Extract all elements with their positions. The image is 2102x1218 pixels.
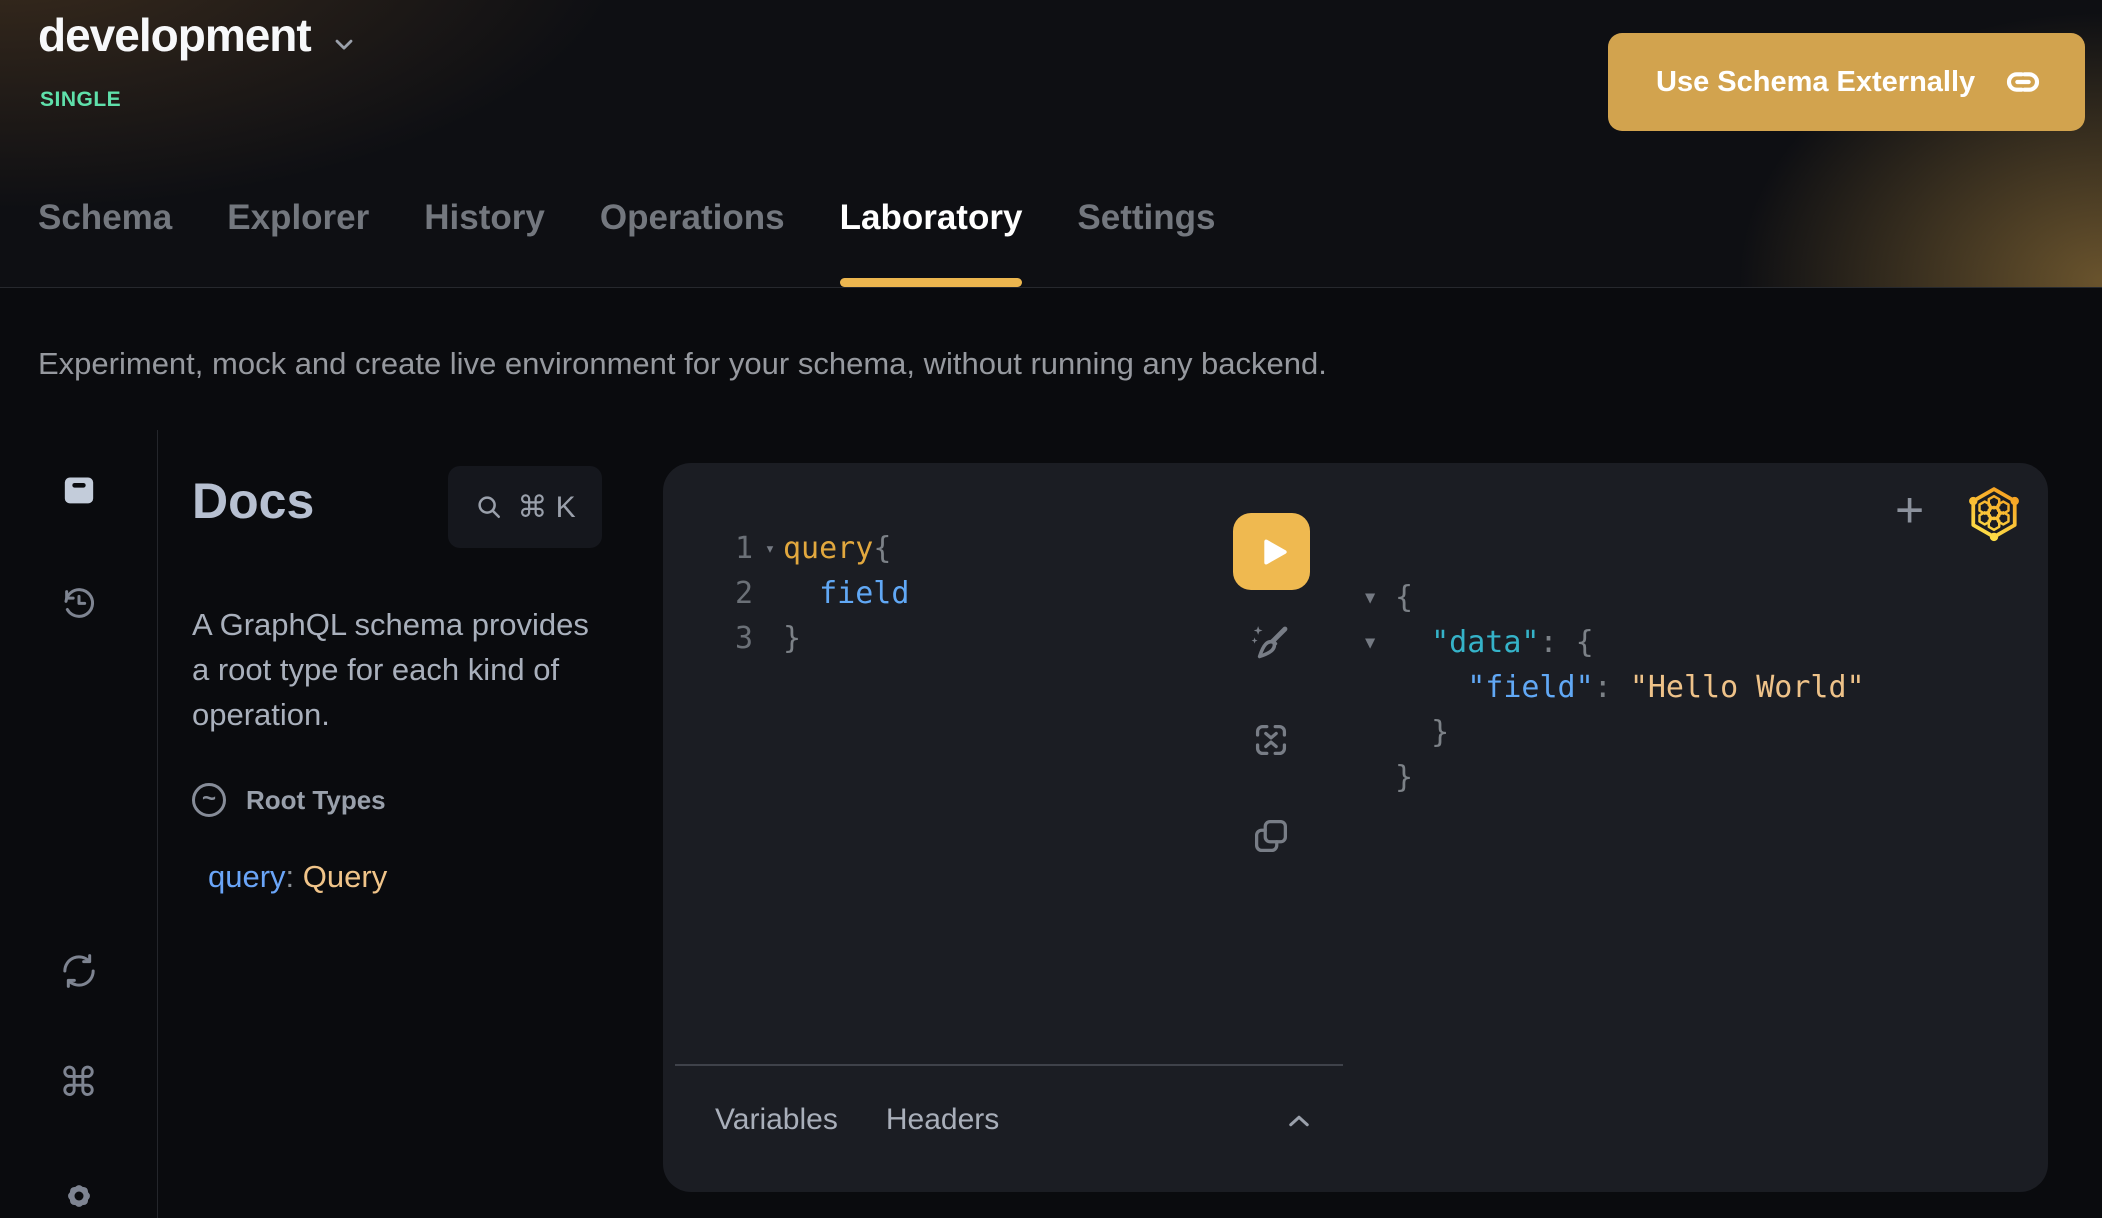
query-editor[interactable]: 1 ▾ query{ 2 field 3 } bbox=[725, 526, 909, 661]
prettify-query-button[interactable] bbox=[1245, 619, 1295, 669]
prettify-icon bbox=[1245, 619, 1295, 669]
fold-toggle[interactable]: ▼ bbox=[1365, 588, 1395, 608]
laboratory-description: Experiment, mock and create live environ… bbox=[0, 288, 2102, 430]
merge-fragments-button[interactable] bbox=[1248, 717, 1294, 763]
fold-toggle[interactable]: ▼ bbox=[1365, 633, 1395, 653]
add-tab-button[interactable]: + bbox=[1895, 485, 1924, 535]
tab-history[interactable]: History bbox=[424, 199, 545, 288]
root-types-icon: ~ bbox=[192, 783, 226, 817]
copy-icon bbox=[1248, 813, 1294, 859]
project-type-badge: SINGLE bbox=[40, 88, 121, 112]
tab-laboratory[interactable]: Laboratory bbox=[840, 199, 1023, 288]
tab-operations[interactable]: Operations bbox=[600, 199, 785, 288]
editor-line: 1 ▾ query{ bbox=[725, 526, 909, 571]
response-line: ▼ { bbox=[1365, 575, 1865, 620]
play-icon bbox=[1250, 530, 1294, 574]
chevron-up-icon bbox=[1281, 1103, 1317, 1139]
merge-icon bbox=[1248, 717, 1294, 763]
root-types-section: ~ Root Types bbox=[192, 783, 602, 817]
page-header: development SINGLE Use Schema Externally… bbox=[0, 0, 2102, 288]
response-line: "field": "Hello World" bbox=[1365, 665, 1865, 710]
response-line: } bbox=[1365, 710, 1865, 755]
root-types-label: Root Types bbox=[246, 785, 386, 816]
graphiql-sidebar: ⌘ bbox=[0, 430, 158, 1218]
editor-line: 3 } bbox=[725, 616, 909, 661]
tab-settings[interactable]: Settings bbox=[1077, 199, 1215, 288]
search-icon bbox=[474, 492, 504, 522]
docs-sidebar-button[interactable] bbox=[56, 468, 102, 512]
keyboard-shortcuts-button[interactable]: ⌘ bbox=[56, 1061, 102, 1105]
chevron-down-icon bbox=[330, 30, 358, 58]
refetch-icon bbox=[59, 951, 99, 991]
editor-footer-divider bbox=[675, 1064, 1343, 1066]
use-schema-externally-button[interactable]: Use Schema Externally bbox=[1608, 33, 2085, 131]
laboratory-page: development SINGLE Use Schema Externally… bbox=[0, 0, 2102, 1218]
page-title: development bbox=[38, 8, 311, 62]
collapse-footer-button[interactable] bbox=[1281, 1103, 1317, 1139]
refetch-schema-button[interactable] bbox=[56, 949, 102, 993]
editor-footer-tabs: Variables Headers bbox=[715, 1103, 999, 1137]
search-shortcut-label: ⌘ K bbox=[517, 490, 575, 525]
link-icon bbox=[2003, 62, 2043, 102]
keyboard-shortcuts-icon: ⌘ bbox=[59, 1063, 99, 1103]
docs-panel: Docs ⌘ K A GraphQL schema provides a roo… bbox=[158, 430, 663, 1218]
fold-toggle[interactable]: ▾ bbox=[757, 539, 783, 559]
docs-search-button[interactable]: ⌘ K bbox=[448, 466, 602, 548]
root-type-query-link[interactable]: query: Query bbox=[192, 859, 602, 895]
docs-icon bbox=[59, 470, 99, 510]
history-sidebar-button[interactable] bbox=[56, 581, 102, 625]
execute-query-button[interactable] bbox=[1233, 513, 1310, 590]
settings-icon bbox=[59, 1176, 99, 1216]
settings-sidebar-button[interactable] bbox=[56, 1174, 102, 1218]
laboratory-content: ⌘ Docs bbox=[0, 430, 2102, 1218]
response-line: ▼ "data": { bbox=[1365, 620, 1865, 665]
tab-schema[interactable]: Schema bbox=[38, 199, 172, 288]
docs-title: Docs bbox=[192, 466, 314, 526]
response-line: } bbox=[1365, 755, 1865, 800]
tab-bar: Schema Explorer History Operations Labor… bbox=[38, 199, 1216, 288]
tab-explorer[interactable]: Explorer bbox=[227, 199, 369, 288]
project-switcher-chevron[interactable] bbox=[330, 30, 358, 58]
variables-tab[interactable]: Variables bbox=[715, 1103, 838, 1137]
docs-intro-text: A GraphQL schema provides a root type fo… bbox=[192, 602, 602, 737]
editor-line: 2 field bbox=[725, 571, 909, 616]
response-viewer: ▼ { ▼ "data": { "field": "Hello World" } bbox=[1365, 575, 1865, 800]
hive-logo-icon[interactable] bbox=[1965, 484, 2023, 542]
headers-tab[interactable]: Headers bbox=[886, 1103, 999, 1137]
docs-header: Docs ⌘ K bbox=[192, 466, 602, 548]
graphiql-panel: 1 ▾ query{ 2 field 3 } bbox=[663, 463, 2048, 1192]
copy-query-button[interactable] bbox=[1248, 813, 1294, 859]
use-schema-label: Use Schema Externally bbox=[1656, 66, 1975, 99]
history-icon bbox=[59, 583, 99, 623]
